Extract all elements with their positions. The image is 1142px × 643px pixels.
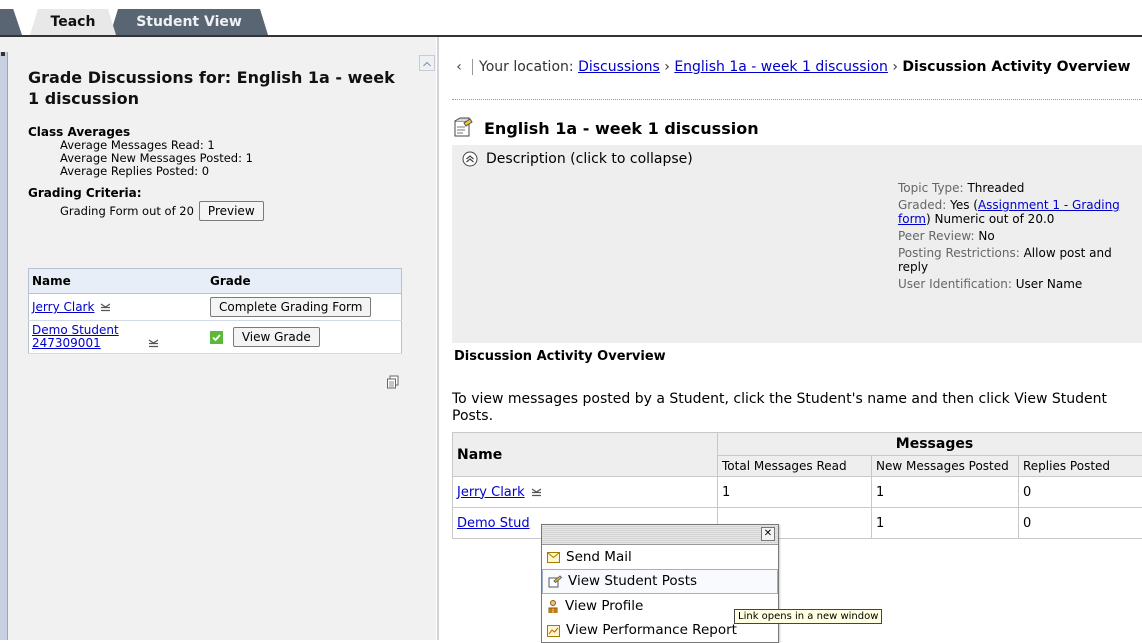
detail-value: Threaded [967,181,1024,195]
cell-new-posted: 1 [872,508,1019,539]
grade-table: Name Grade Jerry Clark Complete Grading … [28,268,402,354]
header-grade: Grade [207,269,402,294]
copy-icon[interactable] [386,375,400,389]
header-total-read: Total Messages Read [718,456,872,477]
breadcrumb-divider [452,99,1142,100]
view-grade-button[interactable]: View Grade [233,327,320,347]
section-heading: Discussion Activity Overview [454,349,666,364]
grading-criteria-row: Grading Form out of 20 Preview [28,200,408,222]
detail-paren-close: ) [926,212,931,226]
detail-value: No [978,229,994,243]
student-posts-icon [548,575,562,588]
context-menu-icon[interactable] [148,339,159,348]
student-cell: Jerry Clark [29,294,208,321]
grade-cell: Complete Grading Form [207,294,402,321]
description-box: Description (click to collapse) Topic Ty… [452,145,1142,343]
table-row: Jerry Clark 1 1 0 [453,477,1142,508]
mail-icon [547,552,560,563]
tab-student-view[interactable]: Student View [110,9,268,35]
menu-item-label: Send Mail [566,546,632,569]
breadcrumb: ‹Your location: Discussions › English 1a… [452,59,1142,76]
topic-title: English 1a - week 1 discussion [452,117,759,139]
left-scrollbar[interactable] [0,52,8,640]
detail-posting-restrictions: Posting Restrictions: Allow post and rep… [898,246,1128,274]
menu-item-send-mail[interactable]: Send Mail [542,545,778,569]
header-name: Name [29,269,208,294]
menu-item-label: View Student Posts [568,570,697,593]
panel-splitter[interactable] [418,37,436,640]
menu-item-label: View Profile [565,595,643,618]
menu-item-view-student-posts[interactable]: View Student Posts [542,569,778,594]
student-link-jerry-clark[interactable]: Jerry Clark [32,300,94,314]
header-replies: Replies Posted [1019,456,1142,477]
context-menu-icon[interactable] [531,488,542,497]
grading-criteria-heading: Grading Criteria: [28,186,408,200]
description-toggle[interactable]: Description (click to collapse) [462,151,693,167]
header-new-posted: New Messages Posted [872,456,1019,477]
detail-label: User Identification: [898,277,1012,291]
detail-topic-type: Topic Type: Threaded [898,181,1128,195]
activity-table: Name Messages Total Messages Read New Me… [452,432,1142,539]
check-icon [210,331,223,344]
detail-label: Topic Type: [898,181,964,195]
tab-teach[interactable]: Teach [30,9,116,35]
tab-edge [0,9,22,35]
grading-form-text: Grading Form out of 20 [60,200,194,222]
detail-label: Peer Review: [898,229,975,243]
grade-cell: View Grade [207,321,402,354]
topic-title-text: English 1a - week 1 discussion [484,119,759,138]
grade-panel-title: Grade Discussions for: English 1a - week… [28,67,408,109]
detail-value: Yes [950,198,969,212]
menu-item-label: View Performance Report [566,619,737,642]
breadcrumb-current: Discussion Activity Overview [902,59,1130,75]
description-toggle-label: Description (click to collapse) [486,151,693,167]
table-row: Demo Student 247309001 View Grade [29,321,402,354]
topic-details: Topic Type: Threaded Graded: Yes (Assign… [898,181,1128,294]
detail-user-identification: User Identification: User Name [898,277,1128,291]
student-link-demo-student[interactable]: Demo Student 247309001 [32,324,142,350]
cell-replies: 0 [1019,477,1142,508]
complete-grading-form-button[interactable]: Complete Grading Form [210,297,371,317]
breadcrumb-separator [472,59,473,75]
detail-graded: Graded: Yes (Assignment 1 - Grading form… [898,198,1128,226]
top-tab-bar: Student View Teach [0,0,1142,37]
student-context-menu: ✕ Send Mail View Student Posts View Prof… [541,524,779,643]
cell-total-read: 1 [718,477,872,508]
grade-table-header: Name Grade [29,269,402,294]
breadcrumb-topic[interactable]: English 1a - week 1 discussion [674,59,888,75]
header-messages: Messages [718,433,1142,456]
activity-name-cell: Jerry Clark [453,477,718,508]
instructions-text: To view messages posted by a Student, cl… [452,391,1142,425]
collapse-chevron-icon [462,151,478,167]
context-menu-titlebar[interactable]: ✕ [542,525,778,545]
tooltip: Link opens in a new window [734,609,882,624]
profile-icon [547,600,559,613]
detail-suffix: Numeric out of 20.0 [935,212,1055,226]
detail-label: Graded: [898,198,946,212]
table-row: Jerry Clark Complete Grading Form [29,294,402,321]
activity-student-link-jerry-clark[interactable]: Jerry Clark [457,485,525,500]
close-icon[interactable]: ✕ [761,527,775,541]
header-name: Name [453,433,718,477]
activity-header-row: Name Messages [453,433,1142,456]
cell-replies: 0 [1019,508,1142,539]
preview-button[interactable]: Preview [199,201,264,221]
back-arrow-icon[interactable]: ‹ [452,59,466,76]
report-icon [547,625,560,637]
breadcrumb-discussions[interactable]: Discussions [578,59,660,75]
cell-new-posted: 1 [872,477,1019,508]
detail-value: User Name [1016,277,1083,291]
detail-peer-review: Peer Review: No [898,229,1128,243]
collapse-panel-icon[interactable] [419,55,435,71]
detail-label: Posting Restrictions: [898,246,1020,260]
context-menu-icon[interactable] [100,303,111,312]
panel-divider [437,37,439,640]
discussion-topic-icon [452,117,474,139]
class-averages-heading: Class Averages [28,125,408,139]
grade-panel: Grade Discussions for: English 1a - week… [0,37,436,640]
breadcrumb-prefix: Your location: [479,59,574,75]
avg-replies: Average Replies Posted: 0 [28,165,408,178]
activity-student-link-demo-student[interactable]: Demo Stud [457,516,530,531]
student-cell: Demo Student 247309001 [29,321,208,354]
